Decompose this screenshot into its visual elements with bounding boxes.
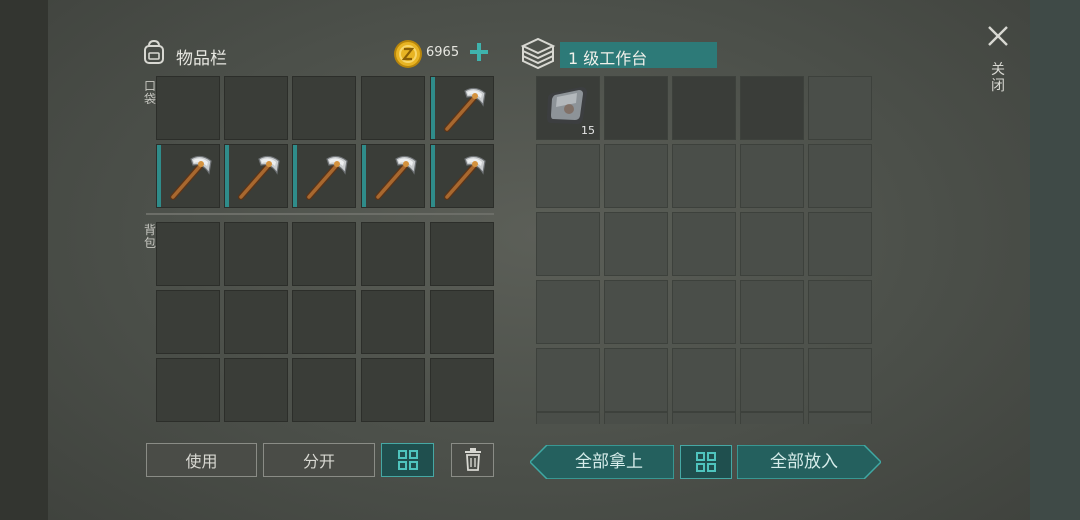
storage-slot[interactable]: 15 [536, 76, 600, 140]
backpack-slot[interactable] [156, 290, 220, 354]
backpack-slot[interactable] [292, 358, 356, 422]
storage-slot[interactable] [672, 412, 736, 424]
backpack-slot[interactable] [430, 290, 494, 354]
storage-slot[interactable] [536, 212, 600, 276]
storage-slot[interactable] [672, 144, 736, 208]
storage-slot[interactable] [604, 212, 668, 276]
sort-storage-button[interactable] [680, 445, 732, 479]
put-all-label: 全部放入 [770, 452, 838, 472]
pickaxe-icon [437, 83, 489, 135]
storage-slot[interactable] [740, 280, 804, 344]
workbench-grid: 15 [536, 76, 876, 424]
pocket-slot[interactable] [292, 144, 356, 208]
storage-slot[interactable] [740, 76, 804, 140]
close-label: 关闭 [991, 62, 1005, 94]
backpack-icon [144, 39, 164, 64]
take-all-button[interactable]: 全部拿上 [530, 445, 674, 479]
split-button[interactable]: 分开 [263, 443, 375, 477]
pocket-slot[interactable] [361, 76, 425, 140]
storage-slot[interactable] [604, 412, 668, 424]
pocket-slot[interactable] [156, 144, 220, 208]
pocket-slot[interactable] [224, 76, 288, 140]
pickaxe-icon [299, 151, 351, 203]
storage-slot[interactable] [536, 144, 600, 208]
storage-slot[interactable] [536, 412, 600, 424]
workbench-title-bar: 1 级工作台 [560, 42, 717, 68]
storage-slot[interactable] [808, 144, 872, 208]
pocket-slot[interactable] [430, 144, 494, 208]
item-count: 15 [581, 124, 595, 137]
workbench-icon [520, 37, 556, 70]
put-all-button[interactable]: 全部放入 [737, 445, 881, 479]
backpack-slot[interactable] [361, 222, 425, 286]
add-coins-button[interactable] [465, 38, 493, 66]
delete-button[interactable] [451, 443, 494, 477]
backpack-slot[interactable] [156, 222, 220, 286]
storage-slot[interactable] [604, 280, 668, 344]
storage-slot[interactable] [740, 212, 804, 276]
take-all-label: 全部拿上 [575, 452, 643, 472]
backpack-slot[interactable] [361, 290, 425, 354]
storage-slot[interactable] [604, 76, 668, 140]
storage-slot[interactable] [740, 412, 804, 424]
storage-slot[interactable] [808, 348, 872, 412]
coin-icon [394, 40, 422, 68]
pickaxe-icon [368, 151, 420, 203]
storage-slot[interactable] [740, 144, 804, 208]
pickaxe-icon [163, 151, 215, 203]
storage-slot[interactable] [536, 348, 600, 412]
inventory-title: 物品栏 [176, 49, 227, 69]
backpack-slot[interactable] [430, 358, 494, 422]
storage-slot[interactable] [740, 348, 804, 412]
close-icon [988, 26, 1008, 46]
backpack-slot[interactable] [430, 222, 494, 286]
storage-slot[interactable] [672, 348, 736, 412]
storage-slot[interactable] [672, 212, 736, 276]
storage-slot[interactable] [808, 412, 872, 424]
storage-slot[interactable] [808, 280, 872, 344]
use-button[interactable]: 使用 [146, 443, 257, 477]
storage-slot[interactable] [672, 76, 736, 140]
pickaxe-icon [231, 151, 283, 203]
backpack-slot[interactable] [292, 290, 356, 354]
coin-count: 6965 [426, 45, 460, 60]
storage-slot[interactable] [672, 280, 736, 344]
close-button[interactable]: 关闭 [982, 22, 1014, 102]
trash-icon [464, 448, 481, 471]
pickaxe-icon [437, 151, 489, 203]
storage-slot[interactable] [808, 212, 872, 276]
grid-icon [696, 452, 716, 472]
coin-bar: 6965 [394, 38, 495, 68]
pocket-slot[interactable] [156, 76, 220, 140]
plus-icon [470, 43, 488, 61]
backpack-slot[interactable] [224, 358, 288, 422]
right-edge [1030, 0, 1080, 520]
backpack-slot[interactable] [224, 222, 288, 286]
storage-slot[interactable] [604, 144, 668, 208]
storage-slot[interactable] [604, 348, 668, 412]
backpack-slot[interactable] [361, 358, 425, 422]
section-divider [146, 213, 494, 215]
workbench-title: 1 级工作台 [568, 49, 648, 68]
storage-slot[interactable] [536, 280, 600, 344]
left-edge [0, 0, 48, 520]
sort-inventory-button[interactable] [381, 443, 434, 477]
pocket-slot[interactable] [430, 76, 494, 140]
backpack-slot[interactable] [156, 358, 220, 422]
grid-icon [397, 450, 418, 470]
storage-slot[interactable] [808, 76, 872, 140]
pocket-slot[interactable] [361, 144, 425, 208]
backpack-slot[interactable] [224, 290, 288, 354]
backpack-slot[interactable] [292, 222, 356, 286]
pocket-slot[interactable] [292, 76, 356, 140]
pocket-slot[interactable] [224, 144, 288, 208]
